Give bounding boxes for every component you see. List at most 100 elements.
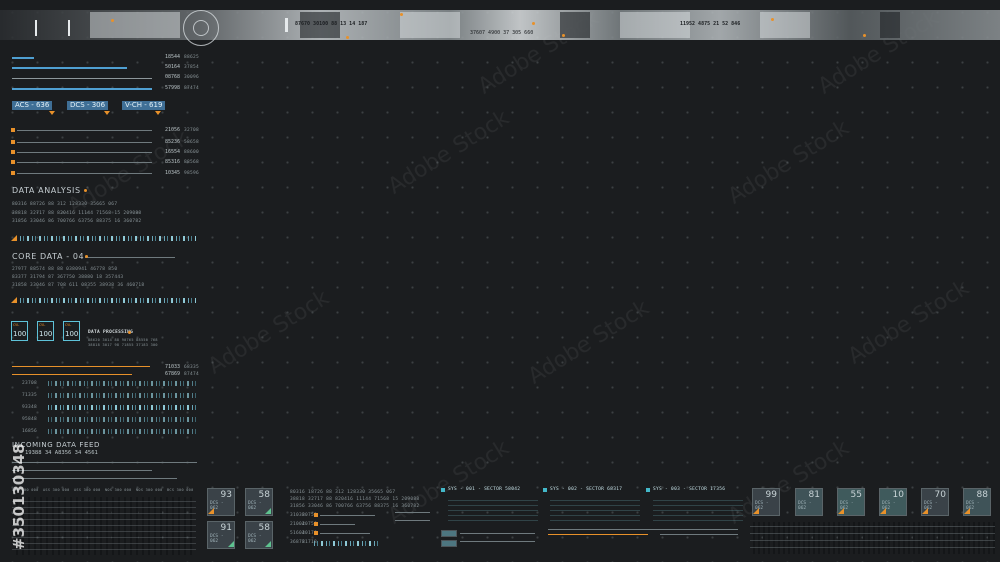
data-stream-bar	[48, 393, 196, 398]
divider	[395, 520, 430, 521]
status-tag-dcs[interactable]: DCS - 306	[67, 101, 109, 110]
bar-value: 50164	[165, 64, 181, 70]
status-box	[441, 540, 457, 547]
divider	[548, 529, 738, 530]
slider-handle[interactable]	[11, 171, 15, 175]
bar-value-small: 87474	[184, 86, 200, 91]
dcs-cell[interactable]: 81 DCS - 062	[795, 488, 823, 516]
status-tag-vch[interactable]: V-CH - 619	[122, 101, 166, 110]
divider	[660, 534, 738, 535]
slider-handle[interactable]	[314, 531, 318, 535]
progress-line	[12, 366, 150, 367]
top-block	[760, 12, 810, 38]
data-stream-bar	[48, 417, 196, 422]
sys-label: SYS - 001 - SECTOR 58042	[448, 487, 521, 492]
cell-corner-marker	[228, 541, 234, 547]
data-stream-bar	[20, 236, 196, 241]
data-stream-bar	[314, 541, 378, 546]
progress-track	[12, 78, 152, 79]
data-table	[750, 522, 995, 554]
column-head: NOS 300 000	[136, 488, 163, 492]
corner-marker	[11, 297, 17, 303]
bar-value-small: 88625	[184, 55, 200, 60]
data-row: 31856 33046 86 700766 63756 88375 16 360…	[12, 219, 142, 224]
cvl-badge[interactable]: CVL 100	[37, 321, 54, 341]
data-processing-label: DATA PROCESSING	[88, 330, 134, 335]
data-stream-bar	[20, 298, 196, 303]
sys-label: SYS - 002 - SECTOR 68317	[550, 487, 623, 492]
data-row: 27977 88574 88 88 0380941 46778 850	[12, 267, 118, 272]
divider	[12, 470, 152, 471]
watermark-text: Adobe Stock	[723, 435, 854, 530]
badge-title: CVL	[39, 323, 46, 327]
status-tag-acs[interactable]: ACS - 636	[12, 101, 53, 110]
data-row: 83377 31794 87 367750 38880 18 357443	[12, 275, 124, 280]
marker-dot	[346, 36, 349, 39]
marker-dot	[400, 13, 403, 16]
slider-handle[interactable]	[11, 140, 15, 144]
watermark-text: Adobe Stock	[843, 275, 974, 370]
slider-value-small: 88600	[184, 150, 200, 155]
slider-track[interactable]	[320, 533, 370, 534]
corner-marker	[11, 235, 17, 241]
watermark-text: Adobe Stock	[203, 285, 334, 380]
tag-pointer	[49, 111, 55, 115]
slider-handle[interactable]	[314, 513, 318, 517]
slider-track[interactable]	[17, 142, 152, 143]
marker-dot	[532, 22, 535, 25]
sys-indicator	[543, 488, 547, 492]
slider-handle[interactable]	[11, 128, 15, 132]
column-head: ASS 300 000	[43, 488, 70, 492]
slider-track[interactable]	[17, 130, 152, 131]
cell-corner-marker	[753, 508, 759, 514]
bar-value-small: 30096	[184, 75, 200, 80]
top-readout: 11952 4875 21 52 846	[680, 21, 741, 27]
watermark-text: Adobe Stock	[383, 105, 514, 200]
column-head: ASS 300 000	[74, 488, 101, 492]
slider-handle[interactable]	[314, 522, 318, 526]
progress-bar	[12, 88, 152, 90]
cell-corner-marker	[880, 508, 886, 514]
progress-line	[12, 374, 132, 375]
slider-value-small: 98596	[184, 171, 200, 176]
slider-handle[interactable]	[11, 150, 15, 154]
cell-corner-marker	[838, 508, 844, 514]
cvl-badge[interactable]: CVL 100	[63, 321, 80, 341]
badge-value: 100	[39, 330, 53, 338]
marker-dot	[863, 34, 866, 37]
slider-value-small: 32708	[184, 128, 200, 133]
cell-corner-marker	[922, 508, 928, 514]
data-row: 31858 33046 87 708 611 08355 38938 36 46…	[12, 283, 145, 288]
section-title-data-analysis: DATA ANALYSIS	[12, 186, 81, 195]
slider-handle[interactable]	[11, 160, 15, 164]
divider	[12, 478, 177, 479]
data-row: 80316 18726 88 312 128330 35665 067	[290, 490, 396, 495]
top-block	[90, 12, 180, 38]
top-readout: 37607 4900 37 305 660	[470, 30, 534, 36]
data-row: 38818 32717 88 820416 11144 71568 15 209…	[290, 497, 420, 502]
marker-dot	[84, 189, 87, 192]
data-table	[12, 497, 196, 555]
slider-track[interactable]	[17, 173, 152, 174]
top-block	[880, 12, 900, 38]
divider	[395, 512, 430, 513]
cell-corner-marker	[208, 508, 214, 514]
slider-value: 16554	[165, 149, 181, 155]
value: 71033	[165, 364, 181, 370]
column-head: BCS 300 000	[167, 488, 194, 492]
divider	[85, 257, 175, 258]
slider-track[interactable]	[17, 162, 152, 163]
sys-data-grid	[550, 497, 640, 525]
slider-track[interactable]	[320, 515, 375, 516]
slider-track[interactable]	[320, 524, 355, 525]
value: 67869	[165, 371, 181, 377]
cell-corner-marker	[964, 508, 970, 514]
target-ring	[193, 20, 209, 36]
data-row: 38818 3017 98 71855 37183 300	[88, 343, 158, 347]
marker-dot	[562, 34, 565, 37]
divider	[460, 541, 535, 542]
slider-value-small: 88568	[184, 160, 200, 165]
section-title-core-data: CORE DATA - 04	[12, 252, 85, 261]
slider-track[interactable]	[17, 152, 152, 153]
progress-bar	[12, 67, 127, 69]
